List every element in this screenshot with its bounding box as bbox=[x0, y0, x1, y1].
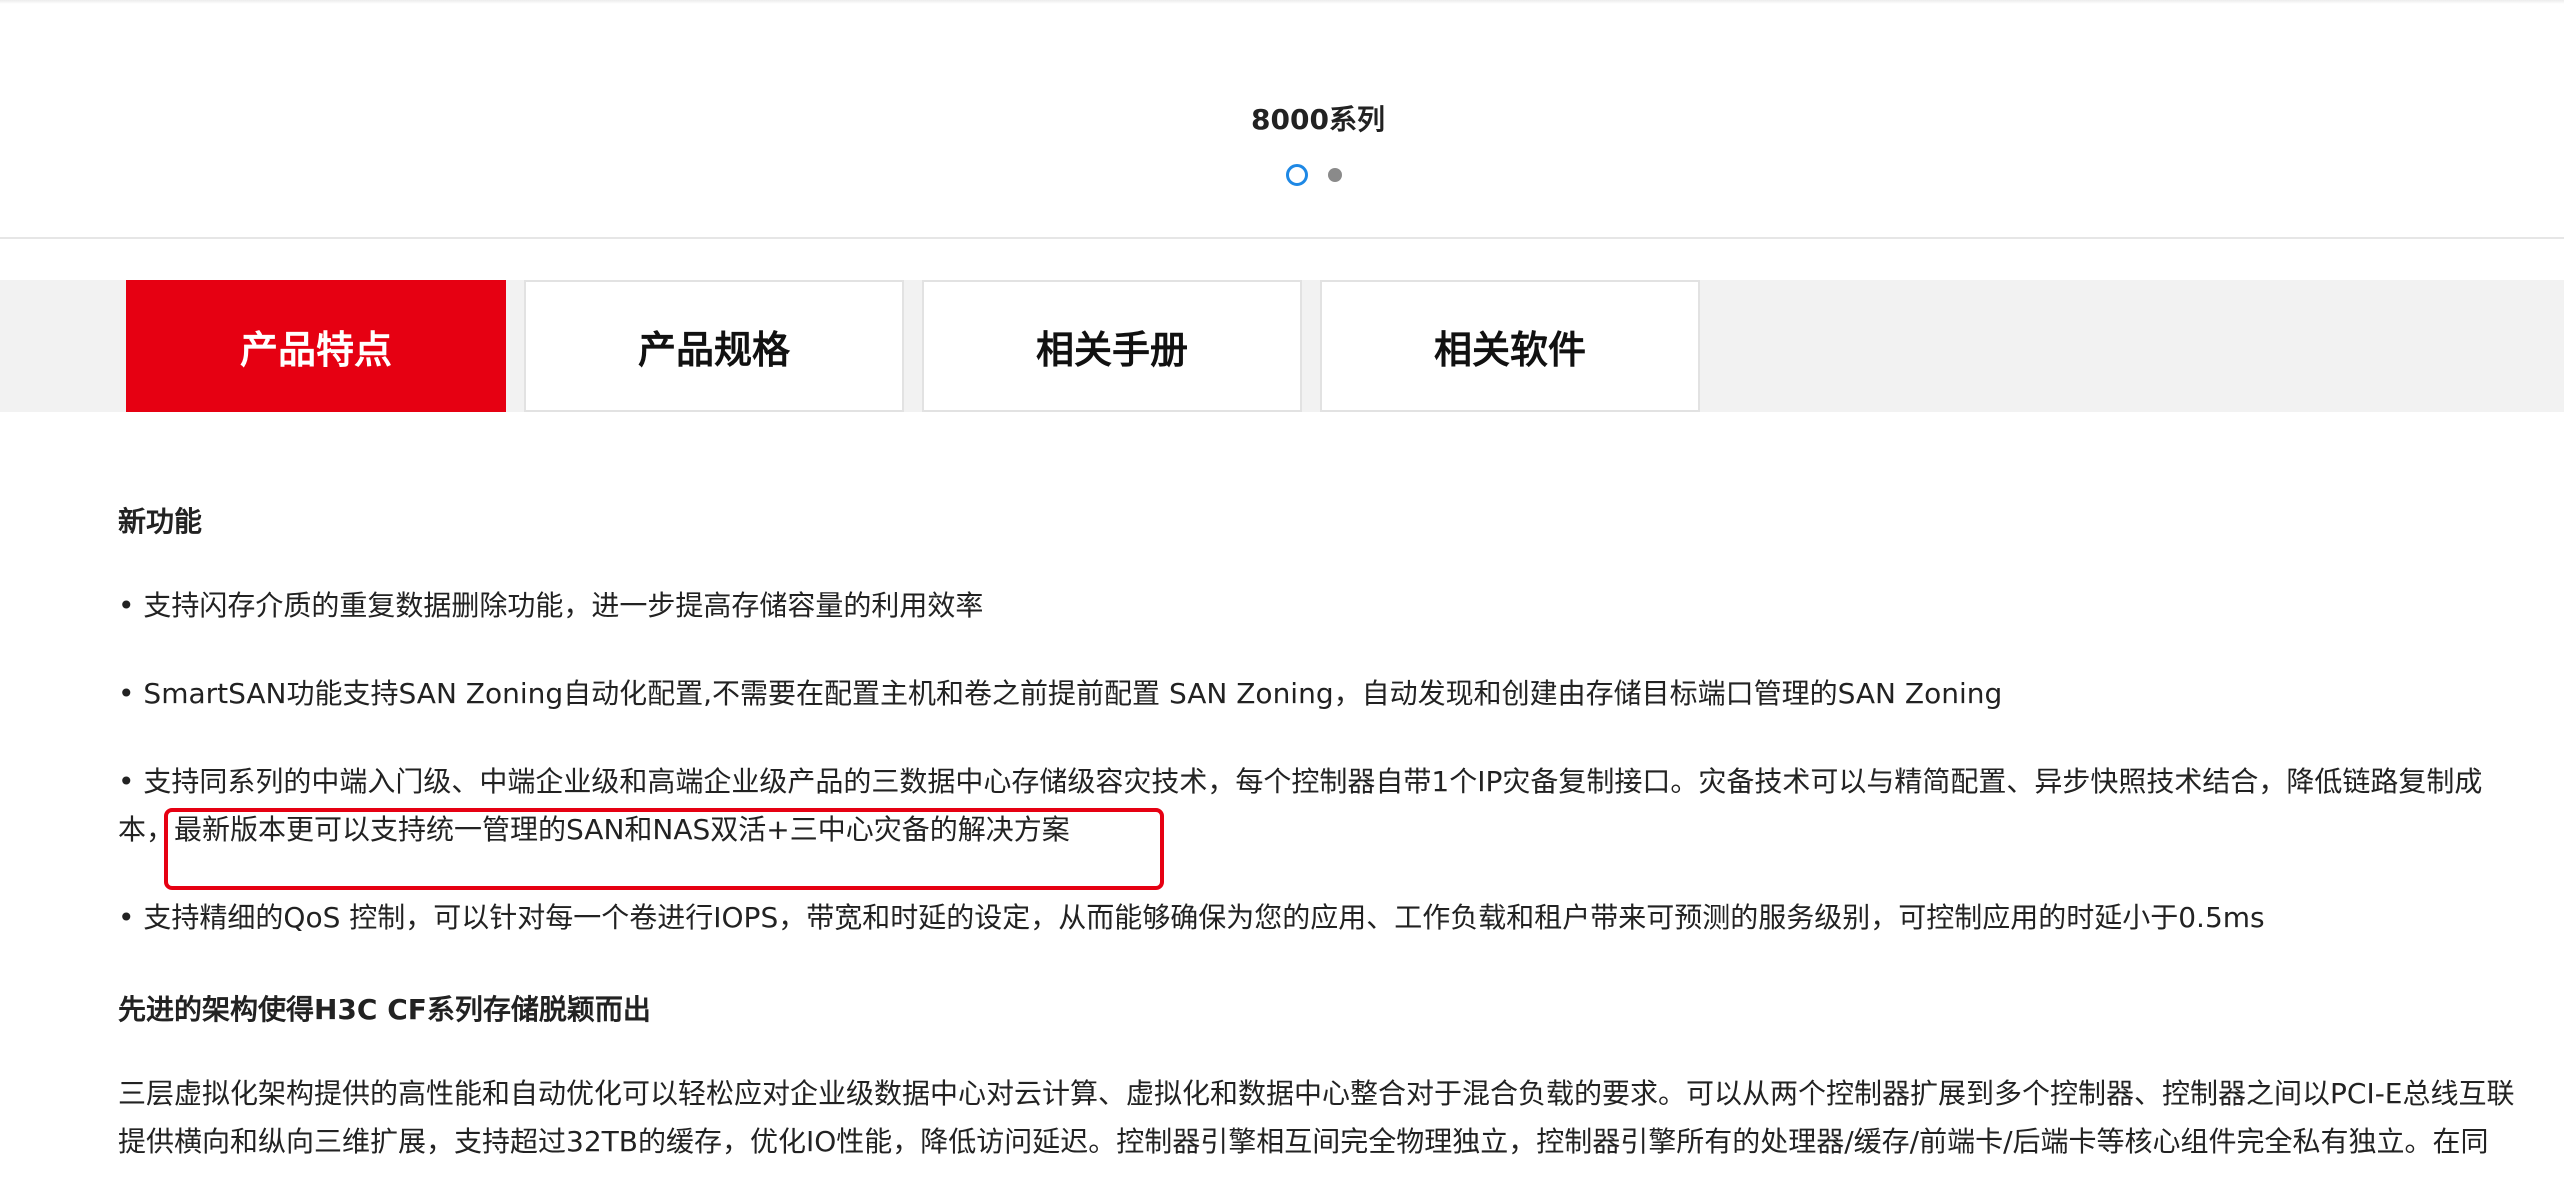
section-title-new-features: 新功能 bbox=[118, 505, 203, 538]
tab-bar: 产品特点 产品规格 相关手册 相关软件 bbox=[0, 280, 2564, 412]
tab-product-specs[interactable]: 产品规格 bbox=[524, 280, 904, 412]
carousel-dot-1[interactable] bbox=[1286, 164, 1308, 186]
bullet-item-1: • 支持闪存介质的重复数据删除功能，进一步提高存储容量的利用效率 bbox=[118, 589, 984, 622]
carousel-dot-2[interactable] bbox=[1328, 168, 1342, 182]
tab-product-features[interactable]: 产品特点 bbox=[126, 280, 506, 412]
tab-related-software[interactable]: 相关软件 bbox=[1320, 280, 1700, 412]
section-title-architecture: 先进的架构使得H3C CF系列存储脱颖而出 bbox=[118, 993, 651, 1026]
divider bbox=[0, 237, 2564, 239]
carousel-dots bbox=[1286, 164, 1342, 186]
architecture-paragraph: 三层虚拟化架构提供的高性能和自动优化可以轻松应对企业级数据中心对云计算、虚拟化和… bbox=[118, 1077, 2515, 1158]
carousel-title: 8000系列 bbox=[1251, 103, 1385, 136]
bullet-item-4: • 支持精细的QoS 控制，可以针对每一个卷进行IOPS，带宽和时延的设定，从而… bbox=[118, 901, 2265, 934]
top-shadow bbox=[0, 0, 2564, 4]
bullet-item-2: • SmartSAN功能支持SAN Zoning自动化配置,不需要在配置主机和卷… bbox=[118, 677, 2003, 710]
highlight-annotation-box bbox=[164, 808, 1164, 890]
tab-related-manuals[interactable]: 相关手册 bbox=[922, 280, 1302, 412]
